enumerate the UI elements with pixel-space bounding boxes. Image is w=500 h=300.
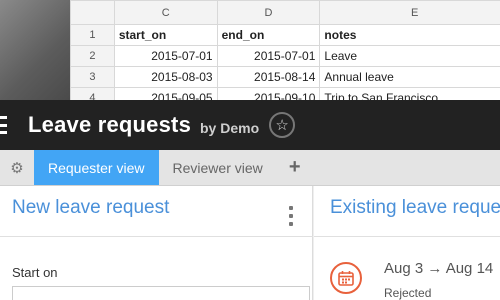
cell-d3[interactable]: 2015-08-14	[216, 66, 321, 88]
star-icon[interactable]: ☆	[269, 112, 296, 138]
sheet-row: 2 2015-07-01 2015-07-01 Leave	[70, 45, 500, 67]
gear-icon[interactable]: ⚙	[0, 150, 34, 185]
row-number[interactable]: 1	[70, 24, 115, 46]
content-area: New leave request Start on Existing leav…	[0, 186, 500, 300]
row-number[interactable]: 4	[70, 87, 115, 100]
tab-reviewer-view[interactable]: Reviewer view	[159, 150, 277, 185]
sheet-row: 4 2015-09-05 2015-09-10 Trip to San Fran…	[70, 87, 500, 100]
new-request-panel: New leave request Start on	[0, 186, 313, 300]
start-on-label: Start on	[12, 265, 58, 280]
spreadsheet: C D E 1 start_on end_on notes 2 2015-07-…	[70, 0, 500, 100]
divider	[314, 236, 500, 237]
column-header-e[interactable]: E	[319, 0, 500, 25]
app-bar: Leave requests by Demo ☆	[0, 100, 500, 150]
panel-title: Existing leave reque	[330, 197, 500, 218]
start-on-input[interactable]	[12, 286, 310, 300]
tab-bar: ⚙ Requester view Reviewer view +	[0, 150, 500, 186]
spreadsheet-grid: C D E 1 start_on end_on notes 2 2015-07-…	[70, 0, 500, 100]
menu-icon[interactable]	[0, 114, 14, 136]
cell-d4[interactable]: 2015-09-10	[216, 87, 321, 100]
divider	[0, 236, 313, 237]
app-title: Leave requests	[28, 112, 191, 137]
corner-cell[interactable]	[70, 0, 115, 25]
request-dates[interactable]: Aug 3 → Aug 14	[384, 260, 493, 277]
cell-e4[interactable]: Trip to San Francisco	[319, 87, 500, 100]
cell-e1[interactable]: notes	[319, 24, 500, 46]
app-author: by Demo	[200, 120, 260, 136]
cell-d1[interactable]: end_on	[216, 24, 321, 46]
cell-d2[interactable]: 2015-07-01	[216, 45, 321, 67]
panel-title: New leave request	[12, 197, 170, 218]
column-header-row: C D E	[70, 0, 500, 25]
cell-e2[interactable]: Leave	[319, 45, 500, 67]
cell-c2[interactable]: 2015-07-01	[113, 45, 218, 67]
cell-e3[interactable]: Annual leave	[319, 66, 500, 88]
sheet-row: 3 2015-08-03 2015-08-14 Annual leave	[70, 66, 500, 88]
tab-requester-view[interactable]: Requester view	[34, 150, 159, 185]
more-options-icon[interactable]	[288, 206, 294, 226]
column-header-c[interactable]: C	[113, 0, 218, 25]
existing-requests-panel: Existing leave reque Aug 3 → Aug 14 Reje…	[314, 186, 500, 300]
column-header-d[interactable]: D	[216, 0, 321, 25]
row-number[interactable]: 2	[70, 45, 115, 67]
cell-c4[interactable]: 2015-09-05	[113, 87, 218, 100]
cell-c3[interactable]: 2015-08-03	[113, 66, 218, 88]
request-status: Rejected	[384, 286, 432, 300]
desktop-backdrop	[0, 0, 70, 100]
calendar-icon	[330, 262, 362, 294]
screen: C D E 1 start_on end_on notes 2 2015-07-…	[0, 0, 500, 300]
cell-c1[interactable]: start_on	[113, 24, 218, 46]
sheet-row: 1 start_on end_on notes	[70, 24, 500, 46]
add-tab-button[interactable]: +	[277, 150, 313, 185]
row-number[interactable]: 3	[70, 66, 115, 88]
